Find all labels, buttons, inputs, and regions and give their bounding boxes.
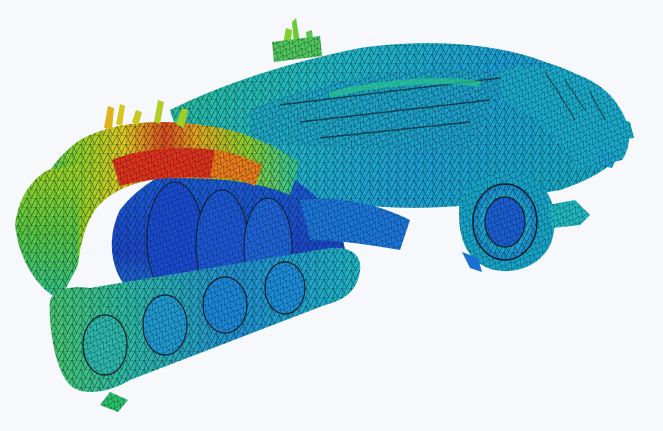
- intake-manifold-mesh-render: [0, 0, 663, 431]
- fea-render-viewport: [0, 0, 663, 431]
